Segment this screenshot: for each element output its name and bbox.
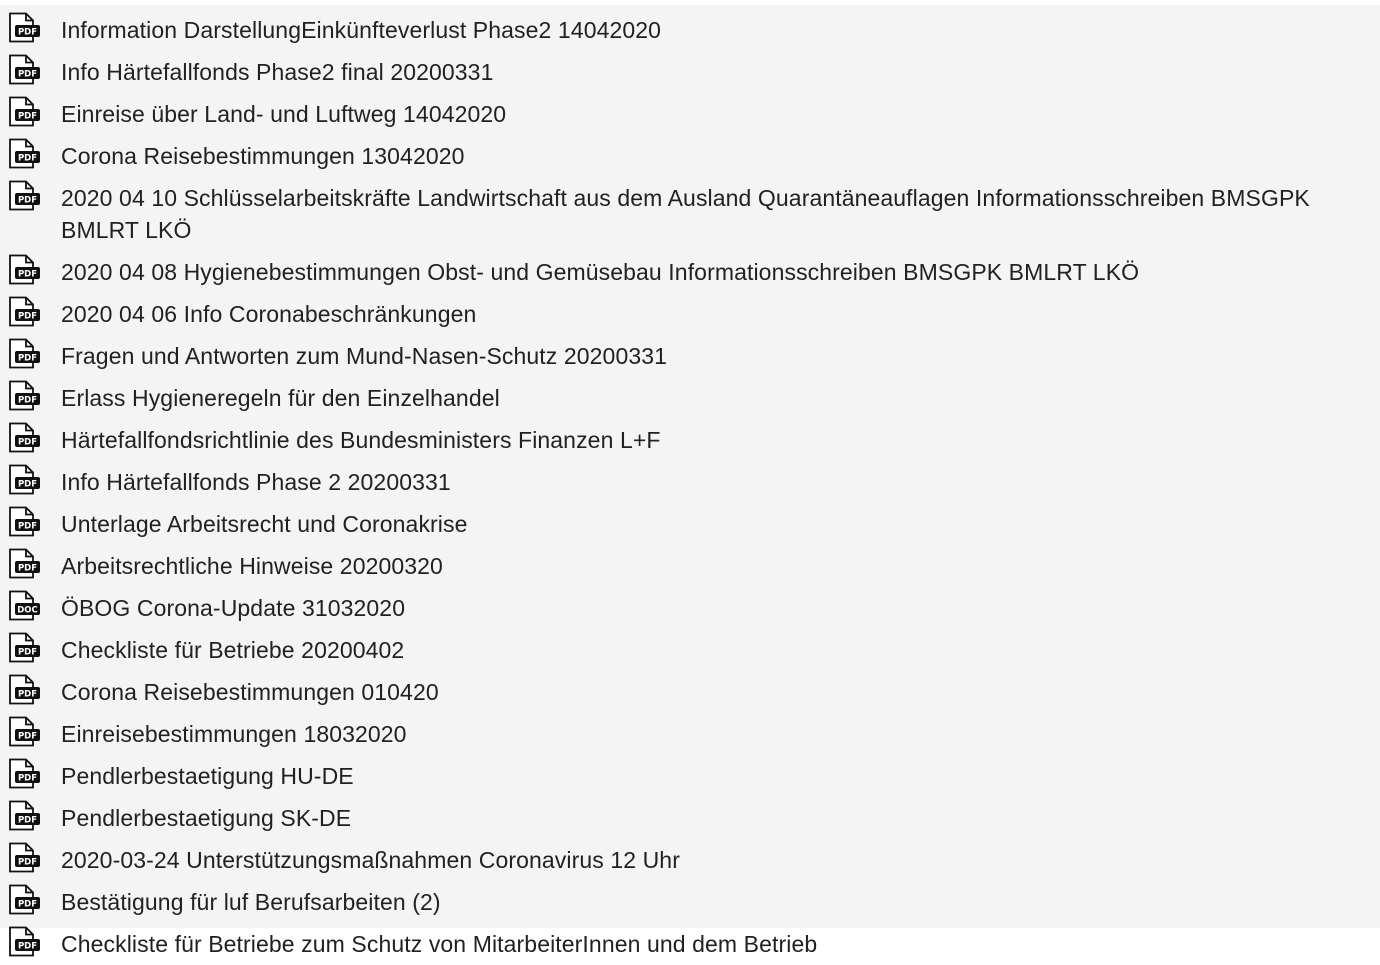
document-link[interactable]: PDF Information DarstellungEinkünfteverlu… [0,9,1380,51]
file-type-label: PDF [18,858,37,868]
pdf-file-icon: PDF [9,758,40,789]
document-link[interactable]: PDF Info Härtefallfonds Phase 2 20200331 [0,461,1380,503]
pdf-file-icon: PDF [9,254,40,285]
file-type-label: PDF [18,28,37,38]
document-title: Checkliste für Betriebe 20200402 [61,637,405,663]
document-title: Erlass Hygieneregeln für den Einzelhande… [61,385,500,411]
pdf-file-icon: PDF [9,632,40,663]
document-title: Info Härtefallfonds Phase2 final 2020033… [61,59,494,85]
pdf-file-icon: PDF [9,138,40,169]
file-type-label: PDF [18,112,37,122]
file-type-label: PDF [18,522,37,532]
document-link[interactable]: PDF 2020-03-24 Unterstützungsmaßnahmen Co… [0,839,1380,881]
document-title: Corona Reisebestimmungen 13042020 [61,143,465,169]
file-type-label: PDF [18,942,37,952]
document-link[interactable]: PDF Unterlage Arbeitsrecht und Coronakris… [0,503,1380,545]
document-link[interactable]: PDF Erlass Hygieneregeln für den Einzelha… [0,377,1380,419]
file-type-label: PDF [18,154,37,164]
document-title: Information DarstellungEinkünfteverlust … [61,17,662,43]
pdf-file-icon: PDF [9,54,40,85]
file-type-label: PDF [18,396,37,406]
document-title: Pendlerbestaetigung HU-DE [61,763,354,789]
document-title: Bestätigung für luf Berufsarbeiten (2) [61,889,441,915]
file-type-label: PDF [18,196,37,206]
document-title: Fragen und Antworten zum Mund-Nasen-Schu… [61,343,668,369]
pdf-file-icon: PDF [9,884,40,915]
file-type-label: PDF [18,312,37,322]
document-link[interactable]: PDF Einreise über Land- und Luftweg 14042… [0,93,1380,135]
pdf-file-icon: PDF [9,380,40,411]
document-link[interactable]: PDF Checkliste für Betriebe zum Schutz vo… [0,923,1380,965]
file-type-label: PDF [18,354,37,364]
pdf-file-icon: PDF [9,464,40,495]
document-link[interactable]: PDF Bestätigung für luf Berufsarbeiten (2… [0,881,1380,923]
pdf-file-icon: PDF [9,296,40,327]
document-link[interactable]: PDF Pendlerbestaetigung SK-DE [0,797,1380,839]
document-title: Corona Reisebestimmungen 010420 [61,679,439,705]
document-link[interactable]: PDF Arbeitsrechtliche Hinweise 20200320 [0,545,1380,587]
document-link[interactable]: PDF Checkliste für Betriebe 20200402 [0,629,1380,671]
file-type-label: PDF [18,900,37,910]
document-title: 2020 04 06 Info Coronabeschränkungen [61,301,477,327]
pdf-file-icon: PDF [9,180,40,211]
file-type-label: PDF [18,480,37,490]
pdf-file-icon: PDF [9,422,40,453]
document-link[interactable]: DOC ÖBOG Corona-Update 31032020 [0,587,1380,629]
document-link[interactable]: PDF Corona Reisebestimmungen 13042020 [0,135,1380,177]
pdf-file-icon: PDF [9,842,40,873]
document-title: Info Härtefallfonds Phase 2 20200331 [61,469,451,495]
file-type-label: PDF [18,774,37,784]
file-type-label: PDF [18,732,37,742]
document-link[interactable]: PDF 2020 04 10 Schlüsselarbeitskräfte Lan… [0,177,1380,251]
document-link[interactable]: PDF 2020 04 06 Info Coronabeschränkungen [0,293,1380,335]
document-title: Arbeitsrechtliche Hinweise 20200320 [61,553,443,579]
document-link[interactable]: PDF Härtefallfondsrichtlinie des Bundesmi… [0,419,1380,461]
document-link[interactable]: PDF Info Härtefallfonds Phase2 final 2020… [0,51,1380,93]
document-title: 2020 04 08 Hygienebestimmungen Obst- und… [61,259,1140,285]
pdf-file-icon: PDF [9,12,40,43]
document-title: 2020-03-24 Unterstützungsmaßnahmen Coron… [61,847,680,873]
pdf-file-icon: PDF [9,674,40,705]
file-type-label: PDF [18,564,37,574]
file-type-label: PDF [18,816,37,826]
document-link[interactable]: PDF 2020 04 08 Hygienebestimmungen Obst- … [0,251,1380,293]
document-title: Härtefallfondsrichtlinie des Bundesminis… [61,427,661,453]
document-title: ÖBOG Corona-Update 31032020 [61,595,406,621]
document-title: Einreisebestimmungen 18032020 [61,721,407,747]
file-type-label: DOC [17,606,38,616]
file-type-label: PDF [18,270,37,280]
file-type-label: PDF [18,438,37,448]
document-link[interactable]: PDF Corona Reisebestimmungen 010420 [0,671,1380,713]
document-list-panel: PDF Information DarstellungEinkünfteverlu… [0,5,1380,957]
pdf-file-icon: PDF [9,548,40,579]
document-title: 2020 04 10 Schlüsselarbeitskräfte Landwi… [61,185,1310,243]
file-type-label: PDF [18,690,37,700]
document-link[interactable]: PDF Einreisebestimmungen 18032020 [0,713,1380,755]
document-title: Einreise über Land- und Luftweg 14042020 [61,101,507,127]
document-list: PDF Information DarstellungEinkünfteverlu… [0,9,1380,965]
document-title: Checkliste für Betriebe zum Schutz von M… [61,931,818,957]
document-title: Unterlage Arbeitsrecht und Coronakrise [61,511,468,537]
file-type-label: PDF [18,70,37,80]
pdf-file-icon: PDF [9,800,40,831]
pdf-file-icon: PDF [9,506,40,537]
document-title: Pendlerbestaetigung SK-DE [61,805,352,831]
pdf-file-icon: PDF [9,716,40,747]
document-link[interactable]: PDF Pendlerbestaetigung HU-DE [0,755,1380,797]
doc-file-icon: DOC [9,590,40,621]
document-link[interactable]: PDF Fragen und Antworten zum Mund-Nasen-S… [0,335,1380,377]
pdf-file-icon: PDF [9,926,40,957]
file-type-label: PDF [18,648,37,658]
pdf-file-icon: PDF [9,338,40,369]
pdf-file-icon: PDF [9,96,40,127]
